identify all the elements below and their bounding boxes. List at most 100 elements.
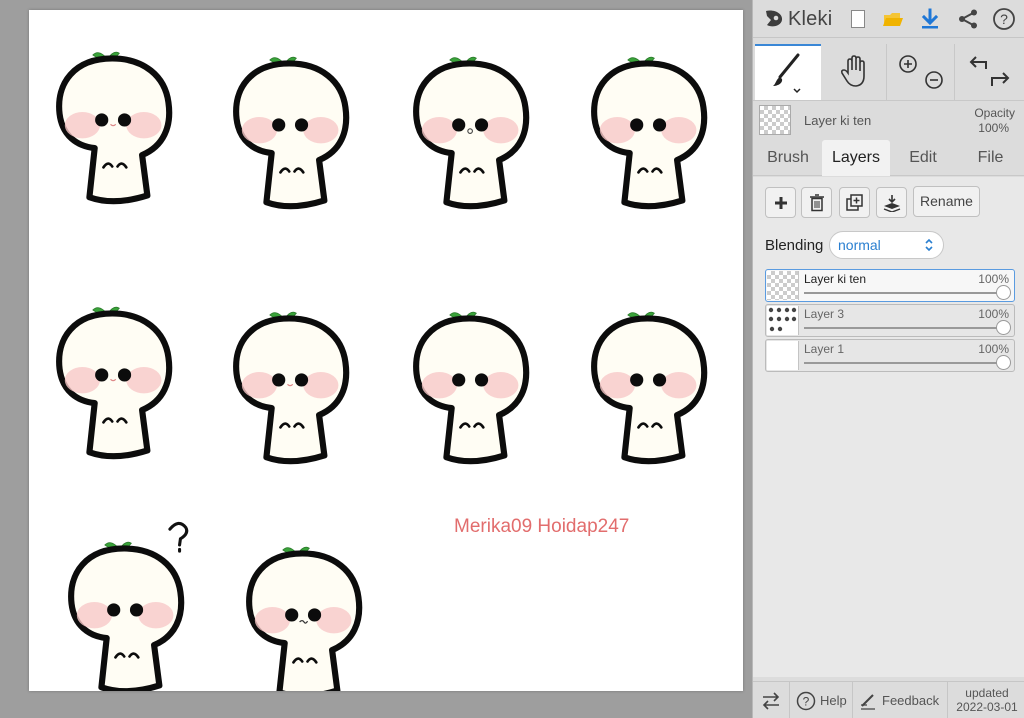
opacity-value[interactable]: 100%	[978, 121, 1009, 135]
watermark-text: Merika09 Hoidap247	[454, 516, 630, 537]
current-layer-thumbnail	[759, 105, 791, 135]
slider-knob[interactable]	[996, 285, 1011, 300]
current-layer-name: Layer ki ten	[804, 113, 872, 128]
chibi-figure-art	[68, 521, 189, 691]
plus-icon	[774, 196, 787, 209]
chibi-figure	[44, 281, 184, 461]
brush-tool-button[interactable]	[755, 44, 821, 100]
layer-name: Layer 1	[804, 342, 845, 356]
chibi-figure	[221, 286, 361, 466]
chibi-figure	[401, 286, 541, 466]
chibi-figure	[579, 286, 719, 466]
help-icon: ?	[993, 8, 1015, 30]
chibi-figure	[234, 521, 374, 691]
layer-opacity: 100%	[978, 272, 1009, 286]
footer-help-button[interactable]: ? Help	[790, 682, 853, 718]
chibi-figure-art	[591, 56, 708, 210]
layer-3-thumbnail-art	[768, 307, 797, 332]
layer-item[interactable]: Layer 1 100%	[765, 339, 1015, 372]
download-icon	[921, 8, 939, 29]
swap-side-button[interactable]	[753, 682, 790, 718]
chibi-figure-art	[233, 311, 350, 465]
tab-layers[interactable]: Layers	[822, 140, 890, 176]
chibi-figure-art	[56, 306, 173, 460]
layer-thumbnail	[767, 271, 799, 300]
help-circle-icon: ?	[796, 691, 816, 710]
kleki-logo-icon	[766, 10, 783, 27]
updated-label: updated	[965, 686, 1009, 700]
hand-tool-button[interactable]	[821, 44, 887, 100]
help-button[interactable]: ?	[989, 5, 1019, 33]
new-image-icon	[851, 10, 865, 28]
tab-brush[interactable]: Brush	[755, 140, 821, 176]
chibi-figure-art	[413, 56, 530, 210]
sidebar: Kleki ? Layer ki ten Opacity 100% Brush …	[752, 0, 1024, 718]
chibi-figure-art	[246, 546, 363, 691]
new-image-button[interactable]	[843, 5, 873, 33]
canvas-area[interactable]: Merika09 Hoidap247	[0, 0, 752, 718]
duplicate-layer-button[interactable]	[839, 187, 870, 218]
share-icon	[959, 9, 977, 29]
feedback-label: Feedback	[882, 693, 940, 708]
help-label: Help	[820, 693, 847, 708]
swap-arrows-icon	[762, 691, 780, 710]
tool-row	[753, 44, 1024, 100]
layer-thumbnail	[767, 341, 799, 370]
delete-layer-button[interactable]	[801, 187, 832, 218]
zoom-tool-group[interactable]	[887, 44, 955, 100]
merge-layer-button[interactable]	[876, 187, 907, 218]
add-layer-button[interactable]	[765, 187, 796, 218]
feedback-button[interactable]: Feedback	[853, 682, 948, 718]
rename-layer-button[interactable]: Rename	[913, 186, 980, 217]
layer-item[interactable]: Layer 3 100%	[765, 304, 1015, 337]
open-button[interactable]	[878, 5, 908, 33]
layer-name: Layer ki ten	[804, 272, 867, 286]
layer-opacity: 100%	[978, 342, 1009, 356]
duplicate-icon	[845, 193, 863, 211]
zoom-in-out-icon	[898, 55, 943, 89]
layer-opacity-slider[interactable]	[804, 285, 1011, 300]
layer-item[interactable]: Layer ki ten 100%	[765, 269, 1015, 302]
chibi-figure-art	[233, 56, 350, 210]
chibi-figure	[221, 31, 361, 211]
chibi-figure	[579, 31, 719, 211]
chibi-figure-art	[413, 311, 530, 465]
chibi-figure	[401, 31, 541, 211]
layer-name: Layer 3	[804, 307, 845, 321]
blending-mode-value: normal	[838, 237, 881, 253]
layer-opacity: 100%	[978, 307, 1009, 321]
tab-file[interactable]: File	[956, 140, 1024, 176]
updated-info[interactable]: updated 2022-03-01	[949, 686, 1024, 714]
select-arrows-icon	[925, 238, 933, 252]
blending-mode-select[interactable]: normal	[829, 231, 944, 259]
chibi-figure-art	[591, 311, 708, 465]
undo-redo-icon	[969, 56, 1010, 86]
chibi-figure-art	[56, 51, 173, 205]
undo-redo-group[interactable]	[955, 44, 1024, 100]
tab-edit[interactable]: Edit	[890, 140, 956, 176]
brush-icon	[773, 53, 801, 94]
feedback-pencil-icon	[861, 693, 875, 710]
trash-icon	[809, 193, 824, 211]
current-layer-preview: Layer ki ten Opacity 100%	[753, 100, 1024, 138]
drawing-canvas[interactable]: Merika09 Hoidap247	[29, 10, 743, 691]
open-folder-icon	[883, 13, 903, 26]
layer-opacity-slider[interactable]	[804, 355, 1011, 370]
download-button[interactable]	[915, 5, 945, 33]
merge-down-icon	[883, 194, 900, 212]
svg-text:?: ?	[803, 694, 810, 708]
chibi-figure	[56, 516, 196, 691]
footer-bar: ? Help Feedback updated 2022-03-01	[753, 681, 1024, 718]
slider-knob[interactable]	[996, 355, 1011, 370]
kleki-logo[interactable]: Kleki	[763, 6, 832, 32]
panel-tabs: Brush Layers Edit File	[753, 140, 1024, 176]
chibi-figure	[44, 26, 184, 206]
opacity-label: Opacity	[974, 106, 1015, 120]
slider-knob[interactable]	[996, 320, 1011, 335]
blending-label: Blending	[765, 237, 824, 254]
layer-opacity-slider[interactable]	[804, 320, 1011, 335]
share-button[interactable]	[953, 5, 983, 33]
svg-text:?: ?	[1000, 11, 1008, 27]
layers-panel: Rename Blending normal Layer ki ten 100%	[753, 177, 1024, 677]
updated-date: 2022-03-01	[956, 700, 1018, 714]
